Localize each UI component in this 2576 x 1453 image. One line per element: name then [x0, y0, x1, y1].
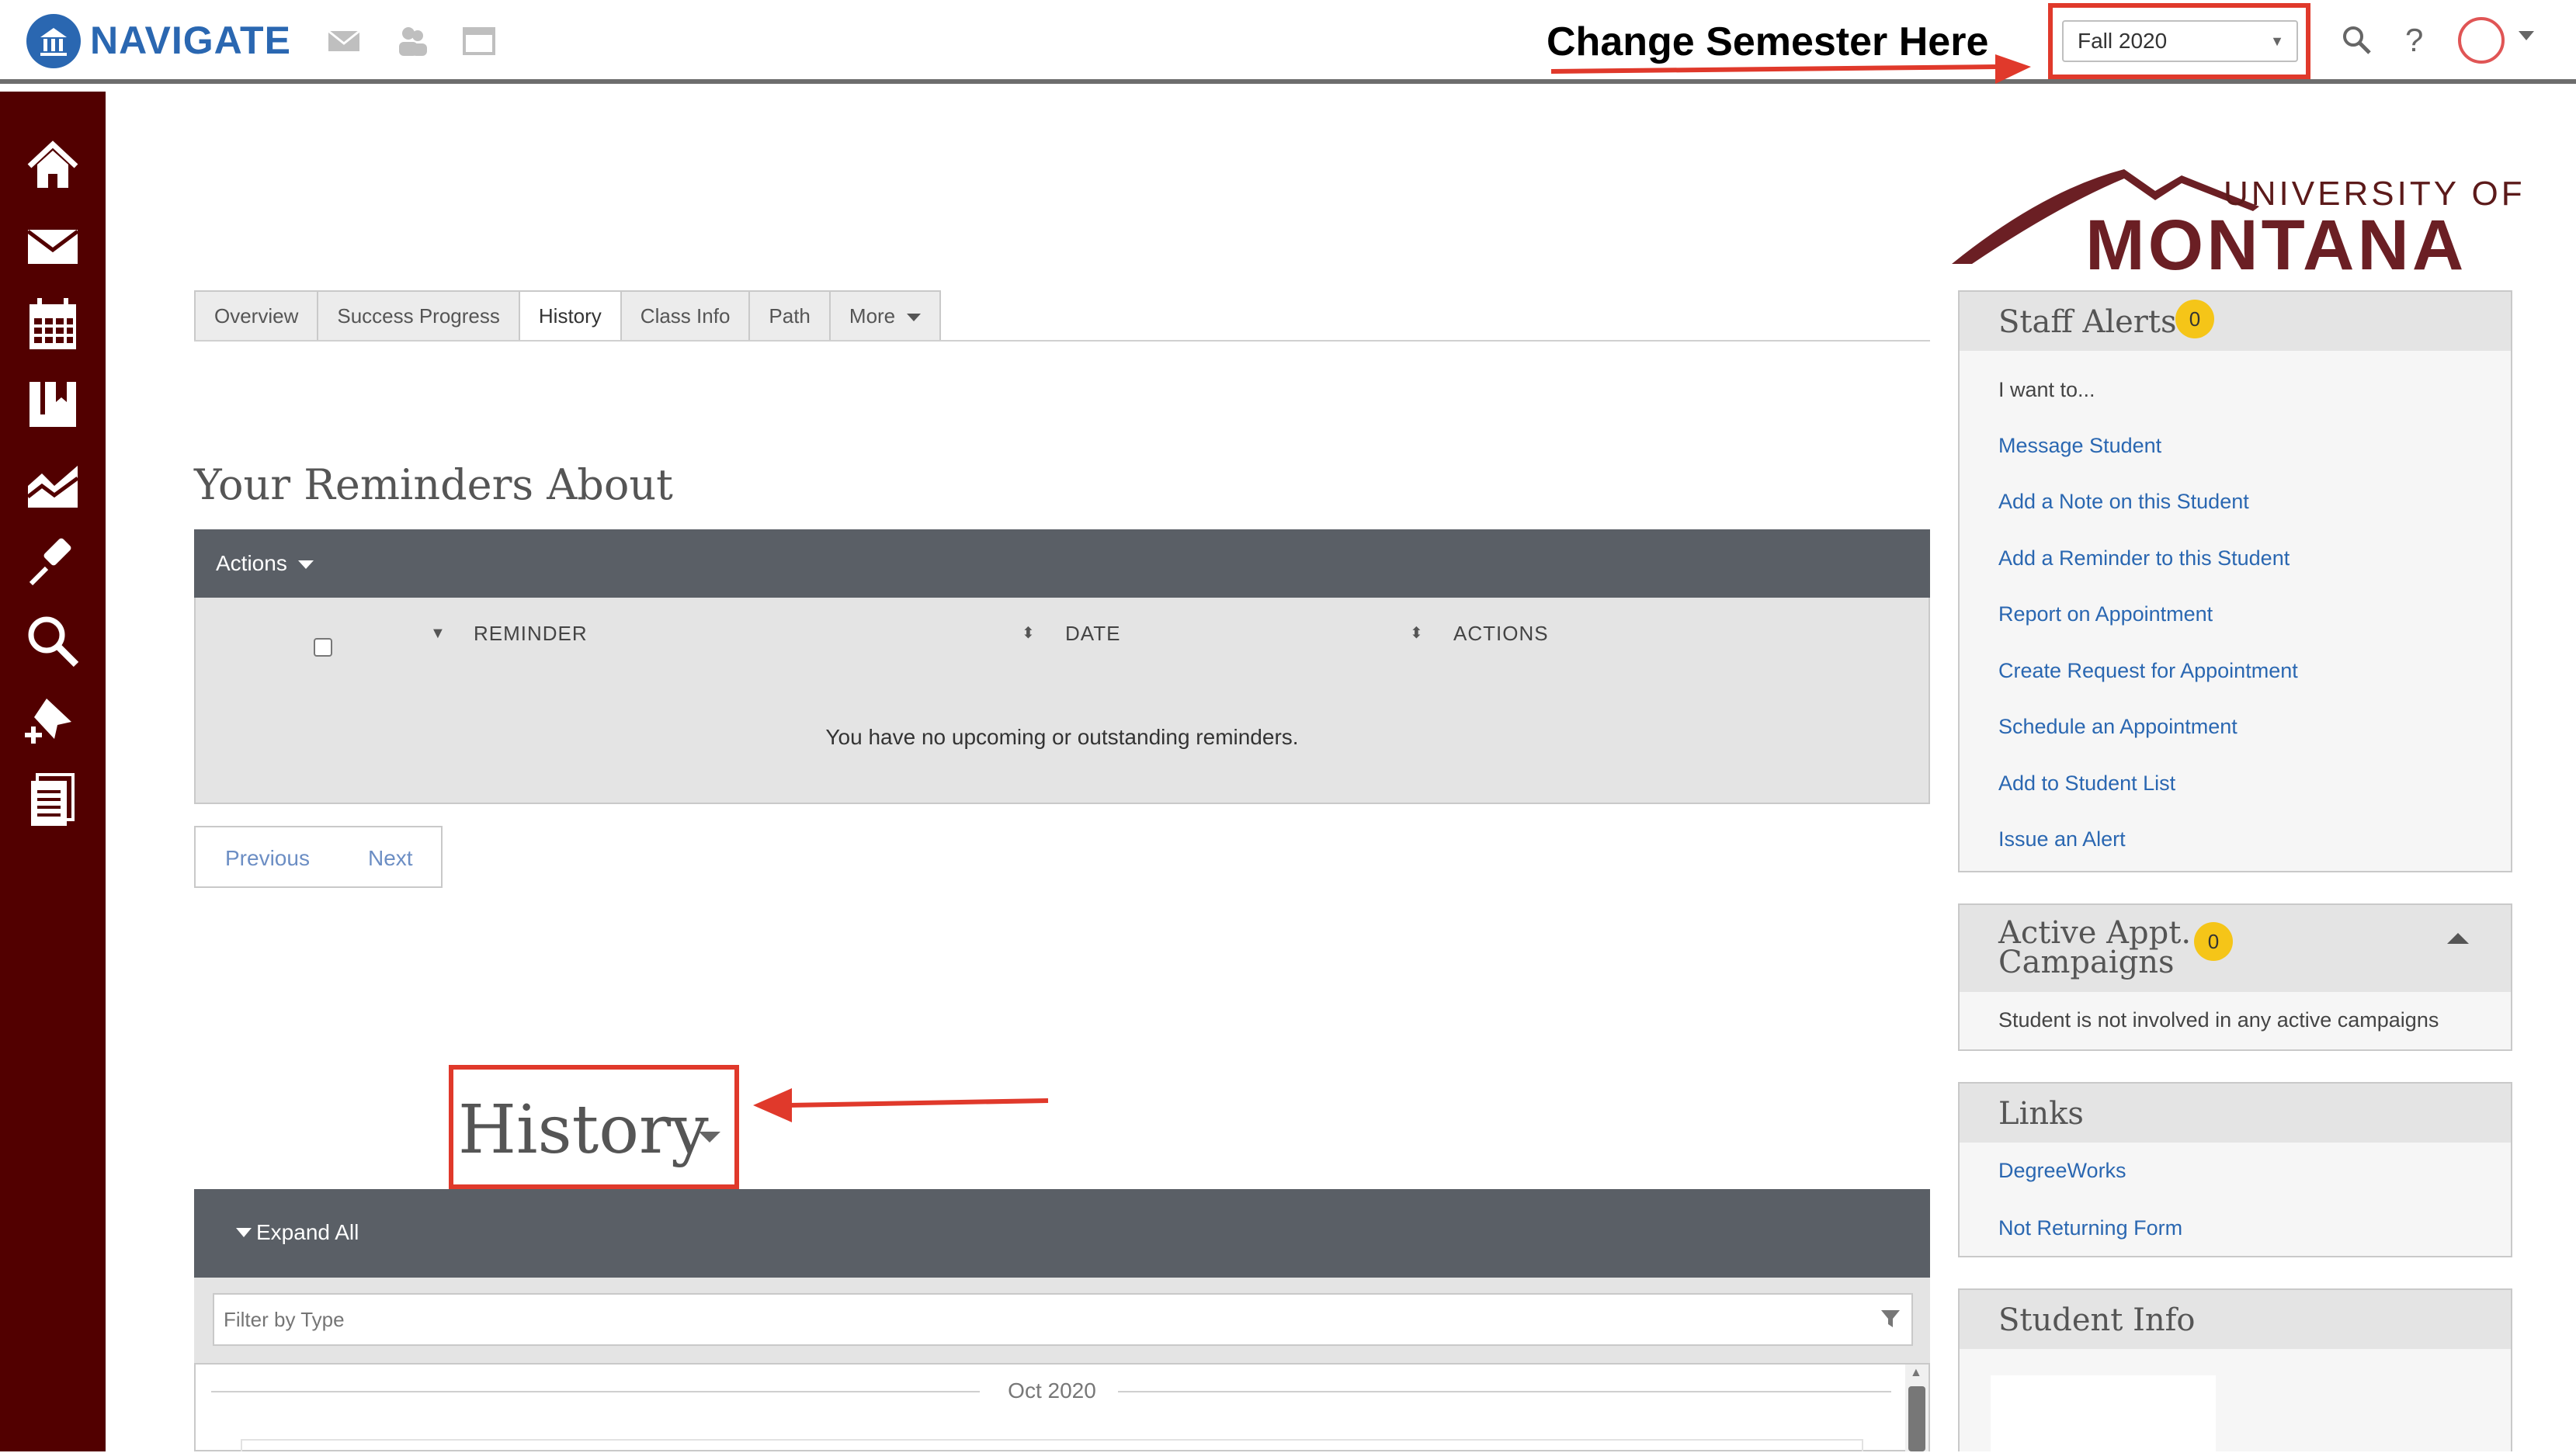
app-name[interactable]: NAVIGATE [90, 16, 291, 65]
next-button[interactable]: Next [368, 843, 413, 874]
link-add-student-list[interactable]: Add to Student List [1998, 768, 2175, 799]
add-pin-icon[interactable] [23, 691, 82, 750]
users-icon[interactable] [394, 23, 430, 63]
campaigns-message: Student is not involved in any active ca… [1998, 1008, 2439, 1032]
link-issue-alert[interactable]: Issue an Alert [1998, 824, 2126, 855]
message-icon[interactable] [23, 217, 82, 276]
campaigns-count-badge: 0 [2194, 922, 2233, 961]
avatar-dropdown-icon[interactable] [2519, 31, 2534, 40]
expand-chevron-down-icon[interactable] [236, 1228, 252, 1237]
reminders-toolbar [194, 529, 1930, 598]
reminders-title: Your Reminders About [194, 460, 673, 509]
link-schedule-appointment[interactable]: Schedule an Appointment [1998, 711, 2238, 742]
staff-alerts-count-badge: 0 [2175, 300, 2214, 338]
links-card: Links DegreeWorks Not Returning Form [1958, 1082, 2512, 1257]
link-add-note[interactable]: Add a Note on this Student [1998, 486, 2249, 517]
campaigns-card: Active Appt. Campaigns 0 Student is not … [1958, 903, 2512, 1051]
semester-value: Fall 2020 [2078, 29, 2168, 53]
calendar-icon[interactable] [23, 295, 82, 354]
link-report-appointment[interactable]: Report on Appointment [1998, 598, 2213, 629]
link-create-request[interactable]: Create Request for Appointment [1998, 655, 2298, 686]
student-tabs: Overview Success Progress History Class … [194, 290, 942, 342]
tab-more-label: More [849, 304, 896, 328]
tab-class-info[interactable]: Class Info [620, 290, 749, 342]
student-info-card: Student Info [1958, 1288, 2512, 1453]
staff-alerts-prompt: I want to... [1998, 378, 2095, 401]
scroll-up-icon[interactable]: ▲ [1910, 1366, 1922, 1380]
staff-alerts-card: Staff Alerts 0 I want to... Message Stud… [1958, 290, 2512, 872]
timeline-rule-left [211, 1391, 980, 1392]
expand-all-button[interactable]: Expand All [256, 1215, 359, 1250]
student-photo-placeholder [1991, 1375, 2216, 1453]
analytics-chart-icon[interactable] [23, 455, 82, 514]
actions-chevron-down-icon[interactable] [298, 560, 314, 569]
tab-more[interactable]: More [828, 290, 942, 342]
column-header-actions: ACTIONS [1453, 622, 1549, 645]
sort-icon[interactable]: ⬍ [1410, 618, 1423, 649]
sort-down-icon[interactable]: ▼ [430, 618, 446, 649]
select-all-checkbox[interactable] [314, 638, 332, 657]
chevron-down-icon: ▼ [2270, 33, 2284, 49]
collapse-chevron-up-icon[interactable] [2447, 933, 2469, 944]
annotation-arrow-right [1550, 54, 2031, 84]
annotation-history-highlight [449, 1065, 739, 1189]
links-title: Links [1998, 1096, 2084, 1132]
pagination: Previous Next [194, 826, 443, 888]
tab-path[interactable]: Path [748, 290, 829, 342]
timeline-month-label: Oct 2020 [1008, 1378, 1096, 1403]
reports-book-icon[interactable] [23, 374, 82, 433]
avatar[interactable] [2458, 17, 2505, 64]
window-icon[interactable] [461, 23, 497, 63]
column-header-date[interactable]: DATE [1065, 618, 1120, 649]
help-icon[interactable]: ? [2405, 20, 2423, 61]
pin-icon[interactable] [23, 532, 82, 591]
semester-select[interactable]: Fall 2020 ▼ [2062, 20, 2298, 62]
timeline-rule-right [1118, 1391, 1891, 1392]
link-not-returning-form[interactable]: Not Returning Form [1998, 1212, 2182, 1243]
actions-button[interactable]: Actions [216, 543, 287, 584]
navigate-logo-icon[interactable] [26, 14, 81, 68]
student-info-title: Student Info [1998, 1302, 2196, 1338]
history-toolbar [194, 1189, 1930, 1278]
mail-icon[interactable] [326, 23, 362, 63]
home-icon[interactable] [23, 137, 82, 196]
link-degreeworks[interactable]: DegreeWorks [1998, 1155, 2126, 1186]
filter-by-type-input[interactable] [213, 1293, 1913, 1346]
campaigns-title-line2: Campaigns [1998, 945, 2175, 980]
tab-divider [194, 340, 1930, 342]
reminders-empty-message: You have no upcoming or outstanding remi… [825, 725, 1299, 749]
tab-success-progress[interactable]: Success Progress [317, 290, 519, 342]
chevron-down-icon [907, 314, 922, 322]
column-header-reminder[interactable]: REMINDER [474, 618, 588, 649]
university-name: MONTANA [2085, 206, 2467, 285]
search-sidebar-icon[interactable] [23, 612, 82, 671]
tab-overview[interactable]: Overview [194, 290, 318, 342]
document-list-icon[interactable] [23, 770, 82, 829]
timeline-entry-card[interactable] [241, 1439, 1863, 1451]
search-icon[interactable] [2340, 23, 2374, 61]
link-add-reminder[interactable]: Add a Reminder to this Student [1998, 543, 2290, 574]
annotation-arrow-left [753, 1088, 1049, 1122]
staff-alerts-title: Staff Alerts [1998, 304, 2177, 340]
sort-icon[interactable]: ⬍ [1022, 618, 1035, 649]
link-message-student[interactable]: Message Student [1998, 430, 2161, 461]
tab-history[interactable]: History [518, 290, 620, 342]
timeline-scroll-thumb[interactable] [1908, 1386, 1925, 1451]
filter-icon[interactable] [1879, 1307, 1902, 1334]
previous-button[interactable]: Previous [225, 843, 310, 874]
campaigns-title-line1: Active Appt. [1998, 915, 2192, 951]
